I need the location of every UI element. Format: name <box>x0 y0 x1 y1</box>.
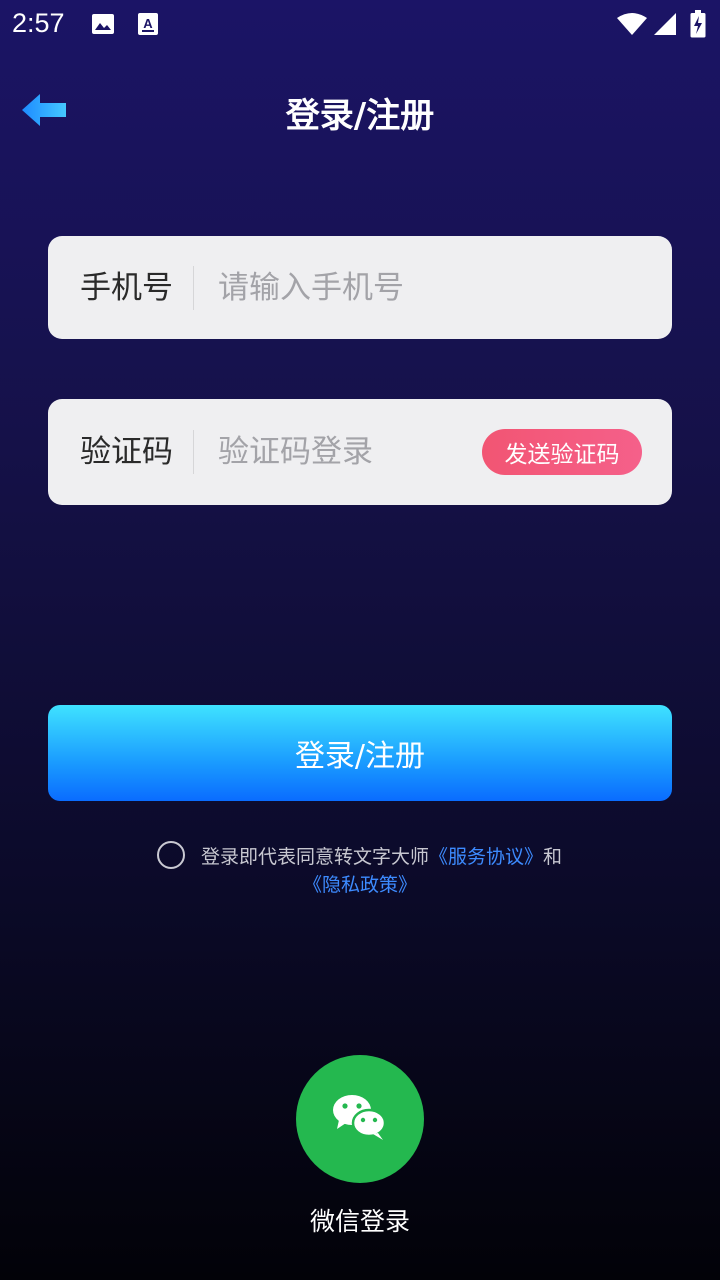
wechat-icon <box>331 1093 389 1145</box>
code-field: 验证码 发送验证码 <box>48 399 672 505</box>
phone-input[interactable] <box>216 256 672 319</box>
agreement-text: 登录即代表同意转文字大师《服务协议》和 <box>201 842 562 869</box>
text-a-icon: A <box>137 12 159 40</box>
phone-label: 手机号 <box>48 265 194 310</box>
wechat-login-label: 微信登录 <box>309 1207 410 1236</box>
image-icon <box>91 13 115 39</box>
code-input[interactable] <box>216 421 482 483</box>
wifi-icon <box>616 12 648 40</box>
login-button[interactable]: 登录/注册 <box>48 705 672 801</box>
agreement-checkbox[interactable] <box>157 841 185 869</box>
signal-icon <box>653 12 677 40</box>
agreement-prefix: 登录即代表同意转文字大师 <box>201 846 430 868</box>
wechat-login-button[interactable] <box>296 1055 424 1183</box>
phone-field: 手机号 <box>48 236 672 339</box>
battery-charging-icon <box>690 10 706 42</box>
status-bar: 2:57 A <box>0 0 720 50</box>
page-title: 登录/注册 <box>285 96 435 136</box>
send-code-button[interactable]: 发送验证码 <box>482 429 642 475</box>
service-agreement-link[interactable]: 《服务协议》 <box>429 846 543 868</box>
svg-text:A: A <box>143 16 153 31</box>
agreement-conjunction: 和 <box>543 846 563 868</box>
agreement-text-line2: 《隐私政策》 <box>0 870 720 897</box>
privacy-policy-link[interactable]: 《隐私政策》 <box>303 874 417 896</box>
code-label: 验证码 <box>48 430 194 474</box>
status-time: 2:57 <box>12 8 65 38</box>
